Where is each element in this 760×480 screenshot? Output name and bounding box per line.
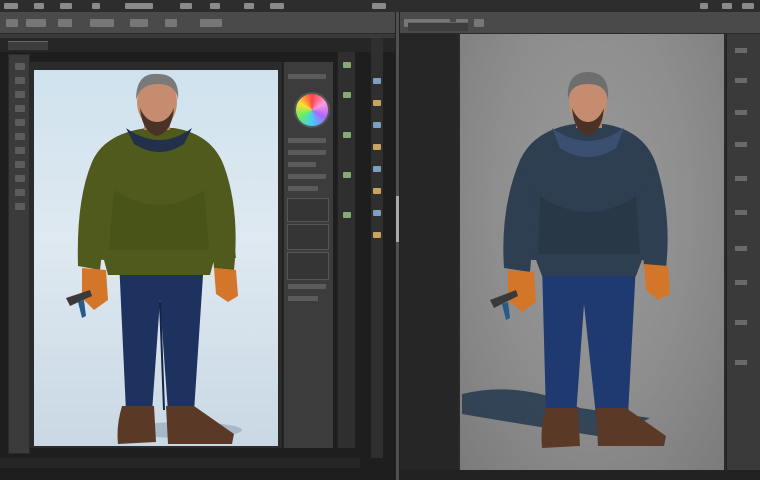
panel-icon[interactable] bbox=[735, 360, 747, 365]
panel-icon[interactable] bbox=[735, 142, 747, 147]
option-control[interactable] bbox=[58, 19, 72, 27]
panel-icon[interactable] bbox=[343, 132, 351, 138]
type-tool-icon[interactable] bbox=[15, 161, 25, 168]
pen-tool-icon[interactable] bbox=[15, 175, 25, 182]
panel-icon-strip bbox=[337, 52, 355, 448]
zoom-tool-icon[interactable] bbox=[15, 203, 25, 210]
menu-item[interactable] bbox=[210, 3, 220, 9]
panel-icon[interactable] bbox=[373, 210, 381, 216]
gradient-tool-icon[interactable] bbox=[15, 147, 25, 154]
option-control[interactable] bbox=[130, 19, 148, 27]
panel-icon[interactable] bbox=[735, 320, 747, 325]
window-control-icon[interactable] bbox=[722, 3, 732, 9]
panel-icon[interactable] bbox=[735, 246, 747, 251]
panel-icon[interactable] bbox=[373, 78, 381, 84]
option-control[interactable] bbox=[165, 19, 177, 27]
window-control-icon[interactable] bbox=[700, 3, 708, 9]
panel-icon[interactable] bbox=[735, 48, 747, 53]
right-side-margin bbox=[400, 34, 458, 470]
panel-icon[interactable] bbox=[735, 110, 747, 115]
menu-item[interactable] bbox=[270, 3, 284, 9]
panel-icon[interactable] bbox=[373, 100, 381, 106]
menu-item[interactable] bbox=[34, 3, 44, 9]
option-control[interactable] bbox=[200, 19, 222, 27]
panel-icon[interactable] bbox=[343, 62, 351, 68]
panel-slider[interactable] bbox=[288, 162, 316, 167]
layer-thumbnail[interactable] bbox=[287, 198, 329, 222]
panel-icon[interactable] bbox=[735, 280, 747, 285]
right-status-bar bbox=[400, 470, 760, 480]
menu-item[interactable] bbox=[244, 3, 254, 9]
option-control[interactable] bbox=[474, 19, 484, 27]
panel-slider[interactable] bbox=[288, 186, 318, 191]
lasso-tool-icon[interactable] bbox=[15, 91, 25, 98]
panel-icon[interactable] bbox=[373, 166, 381, 172]
tools-panel bbox=[8, 54, 30, 454]
hand-tool-icon[interactable] bbox=[15, 189, 25, 196]
panel-icon[interactable] bbox=[735, 176, 747, 181]
panel-slider[interactable] bbox=[288, 138, 326, 143]
panel-tab[interactable] bbox=[288, 74, 326, 79]
right-docked-panel-strip bbox=[371, 38, 383, 458]
panel-slider[interactable] bbox=[288, 150, 326, 155]
option-control[interactable] bbox=[90, 19, 114, 27]
crop-tool-icon[interactable] bbox=[15, 105, 25, 112]
panel-icon[interactable] bbox=[735, 78, 747, 83]
character-illustration-left bbox=[66, 73, 242, 444]
right-panel-strip bbox=[726, 34, 760, 470]
left-status-bar bbox=[0, 458, 360, 468]
layer-thumbnail[interactable] bbox=[287, 224, 329, 250]
character-illustration-right bbox=[462, 72, 670, 448]
color-wheel-icon[interactable] bbox=[294, 92, 330, 128]
option-control[interactable] bbox=[26, 19, 46, 27]
move-tool-icon[interactable] bbox=[15, 63, 25, 70]
menu-item[interactable] bbox=[4, 3, 18, 9]
tool-preset-icon[interactable] bbox=[6, 19, 18, 27]
menu-bar bbox=[0, 0, 760, 12]
menu-item[interactable] bbox=[92, 3, 100, 9]
left-document-tab[interactable] bbox=[8, 41, 48, 50]
layer-thumbnail[interactable] bbox=[287, 252, 329, 280]
panel-icon[interactable] bbox=[373, 232, 381, 238]
right-document-tab[interactable] bbox=[408, 22, 468, 31]
window-control-icon[interactable] bbox=[742, 3, 754, 9]
menu-item[interactable] bbox=[125, 3, 153, 9]
divider-grip[interactable] bbox=[396, 196, 399, 242]
panel-slider[interactable] bbox=[288, 284, 326, 289]
panel-icon[interactable] bbox=[343, 172, 351, 178]
eraser-tool-icon[interactable] bbox=[15, 133, 25, 140]
panel-slider[interactable] bbox=[288, 174, 326, 179]
panel-icon[interactable] bbox=[373, 188, 381, 194]
panel-icon[interactable] bbox=[343, 212, 351, 218]
left-tab-bar bbox=[0, 38, 395, 52]
menu-item[interactable] bbox=[180, 3, 192, 9]
options-bar-left bbox=[0, 12, 395, 34]
panel-icon[interactable] bbox=[343, 92, 351, 98]
marquee-tool-icon[interactable] bbox=[15, 77, 25, 84]
panel-icon[interactable] bbox=[735, 210, 747, 215]
panel-slider[interactable] bbox=[288, 296, 318, 301]
menu-item[interactable] bbox=[60, 3, 72, 9]
menu-item[interactable] bbox=[372, 3, 386, 9]
brush-tool-icon[interactable] bbox=[15, 119, 25, 126]
panel-icon[interactable] bbox=[373, 144, 381, 150]
panel-icon[interactable] bbox=[373, 122, 381, 128]
